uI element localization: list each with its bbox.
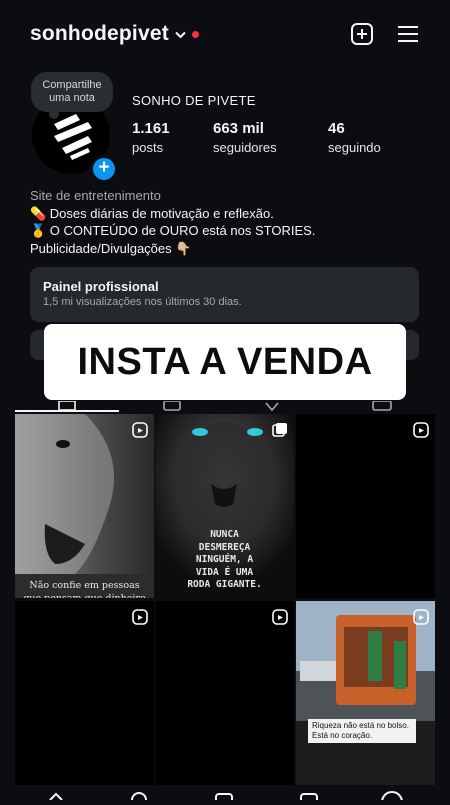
grid-post[interactable]: Riqueza não está no bolso. Está no coraç… <box>296 601 435 785</box>
garbage-truck-image <box>296 601 435 785</box>
bio: Site de entretenimento 💊 Doses diárias d… <box>30 187 315 257</box>
post-caption: NUNCA DESMEREÇA NINGUÉM, A VIDA É UMA RO… <box>187 529 262 590</box>
bio-line: 🥇 O CONTEÚDO de OURO está nos STORIES. <box>30 223 316 238</box>
search-icon[interactable] <box>131 792 147 805</box>
dashboard-title: Painel profissional <box>43 279 159 294</box>
grid-post[interactable] <box>155 601 294 785</box>
grid-post[interactable] <box>15 601 154 785</box>
bio-line: 💊 Doses diárias de motivação e reflexão. <box>30 205 274 221</box>
reels-nav-icon[interactable] <box>300 793 318 805</box>
repost-icon <box>265 402 279 412</box>
notification-dot <box>191 30 199 38</box>
grid-post[interactable]: Não confie em pessoas que pensam que din… <box>15 414 154 598</box>
stat-followers[interactable]: 663 mil seguidores <box>213 120 277 155</box>
stat-following[interactable]: 46 seguindo <box>328 120 381 155</box>
account-switcher[interactable]: sonhodepivet <box>30 22 199 46</box>
stat-posts[interactable]: 1.161 posts <box>132 120 170 155</box>
carousel-icon <box>272 423 287 437</box>
home-icon[interactable] <box>49 792 63 801</box>
add-story-icon[interactable]: + <box>90 155 118 183</box>
category-label: Site de entretenimento <box>30 188 161 203</box>
wolf-image <box>15 414 154 598</box>
display-name: SONHO DE PIVETE <box>132 93 256 108</box>
create-icon[interactable] <box>215 793 233 805</box>
menu-button[interactable] <box>394 20 422 48</box>
profile-nav-icon[interactable] <box>381 791 403 805</box>
chevron-down-icon <box>175 28 186 42</box>
bottom-nav <box>0 785 450 805</box>
hamburger-menu-icon <box>398 26 418 42</box>
username: sonhodepivet <box>30 22 169 45</box>
for-sale-banner: INSTA A VENDA <box>44 324 406 400</box>
reel-icon <box>132 422 148 438</box>
create-button[interactable] <box>348 20 376 48</box>
reels-icon <box>163 400 181 411</box>
grid-post[interactable] <box>296 414 435 598</box>
professional-dashboard[interactable]: Painel profissional 1,5 mi visualizações… <box>30 267 419 322</box>
grid-post[interactable]: NUNCA DESMEREÇA NINGUÉM, A VIDA É UMA RO… <box>155 414 294 598</box>
dashboard-subtitle: 1,5 mi visualizações nos últimos 30 dias… <box>43 296 242 308</box>
note-bubble[interactable]: Compartilhe uma nota <box>31 72 113 119</box>
grid-tab[interactable] <box>58 398 76 411</box>
reposts-tab[interactable] <box>263 398 281 412</box>
plus-square-icon <box>351 23 373 45</box>
post-caption: Não confie em pessoas que pensam que din… <box>23 580 145 598</box>
bio-line: Publicidade/Divulgações 👇🏼 <box>30 240 192 256</box>
reel-icon <box>272 609 288 625</box>
reels-tab[interactable] <box>163 398 181 411</box>
active-tab-indicator <box>15 410 119 412</box>
post-caption: Riqueza não está no bolso. Está no coraç… <box>308 719 416 743</box>
tagged-tab[interactable] <box>372 398 392 411</box>
tagged-icon <box>372 400 392 411</box>
reel-icon <box>413 609 429 625</box>
reel-icon <box>413 422 429 438</box>
reel-icon <box>132 609 148 625</box>
